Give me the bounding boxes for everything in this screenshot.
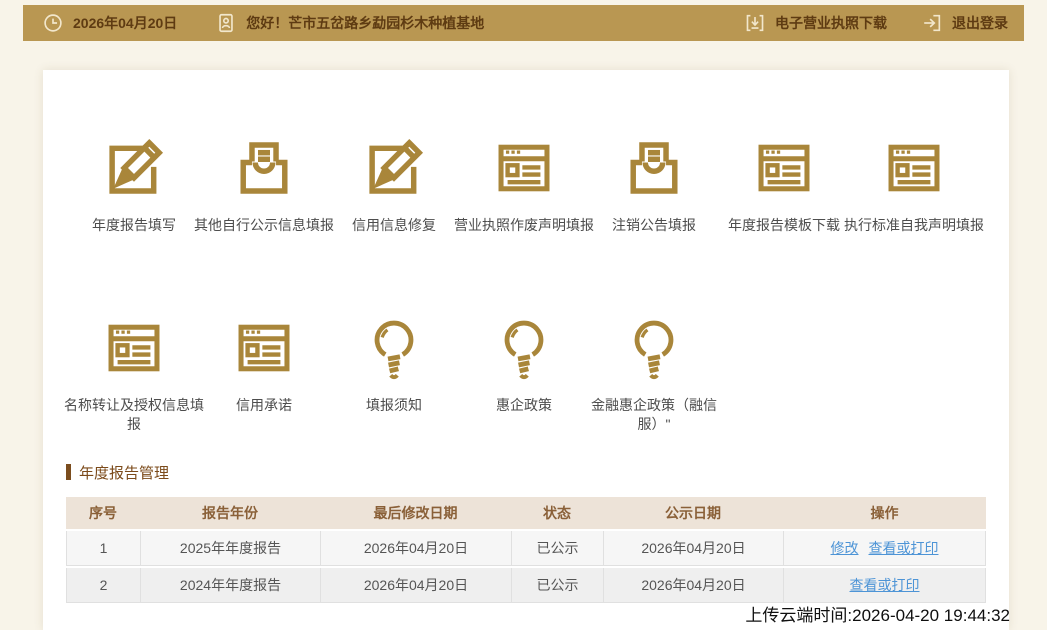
- shortcut-cancellation-notice[interactable]: 注销公告填报: [589, 133, 719, 235]
- col-actions: 操作: [783, 497, 986, 529]
- col-status: 状态: [511, 497, 603, 529]
- shortcut-financial-enterprise-policy[interactable]: 金融惠企政策（融信服）": [589, 313, 719, 434]
- shortcut-license-void-declaration[interactable]: 营业执照作废声明填报: [459, 133, 589, 235]
- col-last-modified: 最后修改日期: [320, 497, 511, 529]
- cell-publish-date: 2026年04月20日: [603, 531, 783, 566]
- shortcut-label: 其他自行公示信息填报: [189, 216, 339, 235]
- view-or-print-link[interactable]: 查看或打印: [850, 577, 920, 593]
- shortcut-label: 注销公告填报: [579, 216, 729, 235]
- shortcut-label: 年度报告填写: [59, 216, 209, 235]
- cell-status: 已公示: [511, 531, 603, 566]
- col-index: 序号: [66, 497, 140, 529]
- shortcut-label: 名称转让及授权信息填报: [59, 396, 209, 434]
- license-download-button[interactable]: 电子营业执照下载: [744, 12, 887, 34]
- shortcut-other-self-publicity[interactable]: 其他自行公示信息填报: [199, 133, 329, 235]
- form-icon: [99, 313, 169, 383]
- logout-label: 退出登录: [952, 13, 1008, 33]
- shortcut-label: 执行标准自我声明填报: [839, 216, 989, 235]
- bulb-icon: [489, 313, 559, 383]
- download-icon: [744, 12, 766, 34]
- shortcut-execution-standard-declaration[interactable]: 执行标准自我声明填报: [849, 133, 979, 235]
- cell-actions: 查看或打印: [783, 568, 986, 603]
- user-badge-icon: [215, 12, 237, 34]
- cell-report-year: 2024年年度报告: [140, 568, 320, 603]
- shortcut-enterprise-policy[interactable]: 惠企政策: [459, 313, 589, 434]
- annual-report-section-header: 年度报告管理: [66, 462, 1009, 483]
- form-icon: [879, 133, 949, 203]
- table-row: 2 2024年年度报告 2026年04月20日 已公示 2026年04月20日 …: [66, 568, 986, 603]
- table-header-row: 序号 报告年份 最后修改日期 状态 公示日期 操作: [66, 497, 986, 529]
- shortcut-label: 惠企政策: [449, 396, 599, 415]
- shortcut-credit-commitment[interactable]: 信用承诺: [199, 313, 329, 434]
- cell-status: 已公示: [511, 568, 603, 603]
- annual-report-table: 序号 报告年份 最后修改日期 状态 公示日期 操作 1 2025年年度报告 20…: [66, 495, 986, 605]
- view-or-print-link[interactable]: 查看或打印: [869, 540, 939, 556]
- modify-link[interactable]: 修改: [831, 540, 859, 556]
- edit-icon: [359, 133, 429, 203]
- main-card: 年度报告填写 其他自行公示信息填报 信用信息修复 营业执照作废声明填报 注销公告…: [43, 70, 1009, 630]
- topbar-greeting: 您好！芒市五岔路乡勐园杉木种植基地: [246, 13, 484, 33]
- topbar-date: 2026年04月20日: [73, 13, 177, 33]
- shortcut-label: 金融惠企政策（融信服）": [586, 396, 722, 434]
- col-report-year: 报告年份: [140, 497, 320, 529]
- shortcut-name-transfer-authorization[interactable]: 名称转让及授权信息填报: [69, 313, 199, 434]
- shortcut-filing-instructions[interactable]: 填报须知: [329, 313, 459, 434]
- license-download-label: 电子营业执照下载: [775, 13, 887, 33]
- bulb-icon: [619, 313, 689, 383]
- bulb-icon: [359, 313, 429, 383]
- edit-icon: [99, 133, 169, 203]
- section-marker: [66, 464, 71, 480]
- cell-index: 1: [66, 531, 140, 566]
- cell-actions: 修改查看或打印: [783, 531, 986, 566]
- inbox-icon: [619, 133, 689, 203]
- col-publish-date: 公示日期: [603, 497, 783, 529]
- logout-icon: [921, 12, 943, 34]
- cell-last-modified: 2026年04月20日: [320, 568, 511, 603]
- shortcut-label: 填报须知: [319, 396, 469, 415]
- cell-publish-date: 2026年04月20日: [603, 568, 783, 603]
- shortcut-annual-report-write[interactable]: 年度报告填写: [69, 133, 199, 235]
- topbar: 2026年04月20日 您好！芒市五岔路乡勐园杉木种植基地 电子营业执照下载: [23, 5, 1024, 41]
- shortcut-annual-report-template-download[interactable]: 年度报告模板下载: [719, 133, 849, 235]
- upload-cloud-timestamp: 上传云端时间:2026-04-20 19:44:32: [745, 601, 1010, 626]
- section-title: 年度报告管理: [79, 462, 169, 483]
- cell-last-modified: 2026年04月20日: [320, 531, 511, 566]
- cell-report-year: 2025年年度报告: [140, 531, 320, 566]
- shortcut-label: 营业执照作废声明填报: [449, 216, 599, 235]
- shortcut-row-2: 名称转让及授权信息填报 信用承诺 填报须知 惠企政策 金融惠企政策（融信服）": [43, 313, 1009, 434]
- shortcut-label: 信用承诺: [189, 396, 339, 415]
- form-icon: [489, 133, 559, 203]
- inbox-icon: [229, 133, 299, 203]
- shortcut-credit-repair[interactable]: 信用信息修复: [329, 133, 459, 235]
- form-icon: [229, 313, 299, 383]
- logout-button[interactable]: 退出登录: [921, 12, 1008, 34]
- cell-index: 2: [66, 568, 140, 603]
- shortcut-label: 年度报告模板下载: [709, 216, 859, 235]
- shortcut-row-1: 年度报告填写 其他自行公示信息填报 信用信息修复 营业执照作废声明填报 注销公告…: [43, 70, 1009, 235]
- form-icon: [749, 133, 819, 203]
- table-row: 1 2025年年度报告 2026年04月20日 已公示 2026年04月20日 …: [66, 531, 986, 566]
- clock-icon: [42, 12, 64, 34]
- shortcut-label: 信用信息修复: [319, 216, 469, 235]
